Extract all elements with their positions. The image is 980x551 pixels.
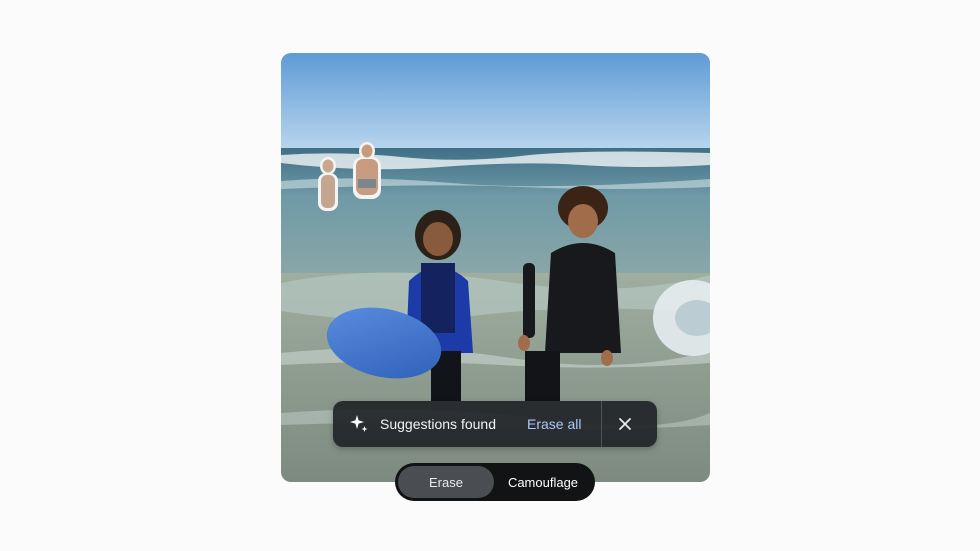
erase-mode-button[interactable]: Erase — [398, 466, 494, 498]
camouflage-mode-button[interactable]: Camouflage — [494, 466, 592, 498]
suggested-person-1[interactable] — [318, 157, 338, 211]
mode-switch: Erase Camouflage — [395, 463, 595, 501]
close-icon[interactable] — [602, 401, 648, 447]
sparkle-icon — [348, 413, 370, 435]
editor-stage: Suggestions found Erase all Erase Camouf… — [0, 0, 980, 551]
erase-all-button[interactable]: Erase all — [527, 416, 581, 432]
toast-message: Suggestions found — [380, 416, 496, 432]
suggestions-toast: Suggestions found Erase all — [333, 401, 657, 447]
